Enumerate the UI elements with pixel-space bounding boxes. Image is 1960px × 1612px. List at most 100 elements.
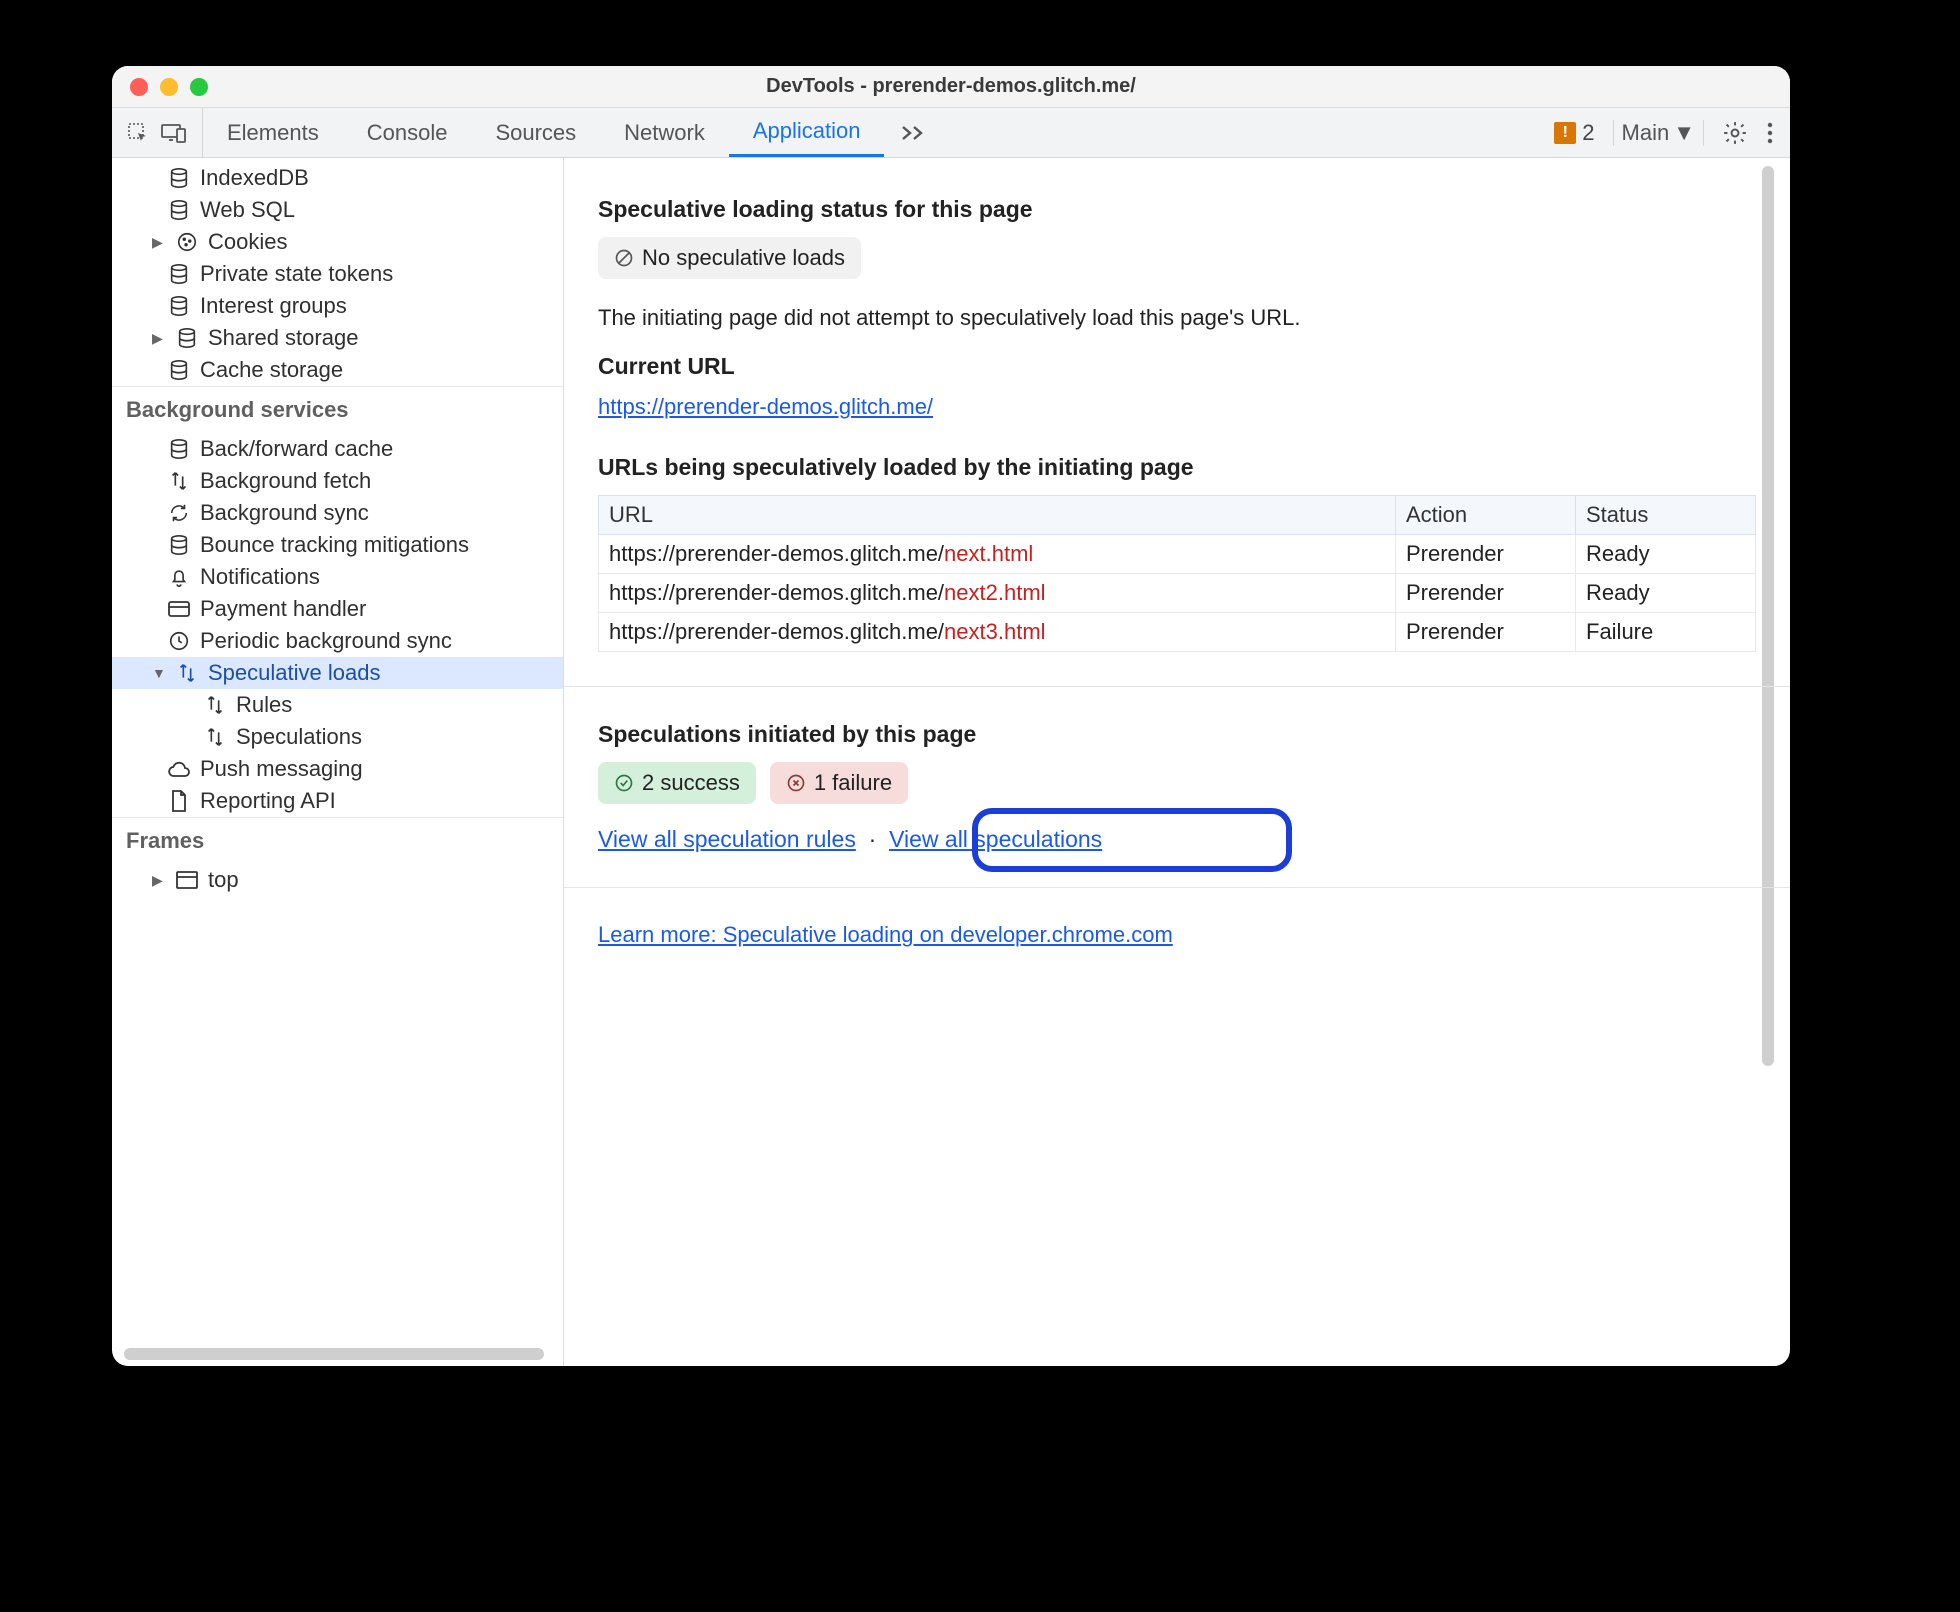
status-pill: No speculative loads	[598, 237, 861, 279]
cell-action: Prerender	[1396, 535, 1576, 574]
sidebar-item-periodic-sync[interactable]: Periodic background sync	[112, 625, 563, 657]
issues-counter[interactable]: ! 2	[1554, 120, 1594, 146]
sidebar-item-push-messaging[interactable]: Push messaging	[112, 753, 563, 785]
sidebar-item-top-frame[interactable]: ▶top	[112, 864, 563, 896]
cell-url: https://prerender-demos.glitch.me/next.h…	[599, 535, 1396, 574]
maximize-window-button[interactable]	[190, 78, 208, 96]
tab-overflow[interactable]	[884, 108, 942, 157]
sidebar-item-cookies[interactable]: ▶Cookies	[112, 226, 563, 258]
sync-icon	[166, 500, 192, 526]
sidebar-item-cache-storage[interactable]: Cache storage	[112, 354, 563, 386]
tab-elements[interactable]: Elements	[203, 108, 343, 157]
tab-console[interactable]: Console	[343, 108, 472, 157]
sidebar-item-interest-groups[interactable]: Interest groups	[112, 290, 563, 322]
success-pill: 2 success	[598, 762, 756, 804]
block-icon	[614, 248, 634, 268]
col-action[interactable]: Action	[1396, 496, 1576, 535]
close-window-button[interactable]	[130, 78, 148, 96]
titlebar: DevTools - prerender-demos.glitch.me/	[112, 66, 1790, 108]
target-selector[interactable]: Main ▼	[1613, 120, 1704, 146]
sidebar-item-shared-storage[interactable]: ▶Shared storage	[112, 322, 563, 354]
window-controls	[112, 78, 208, 96]
view-all-rules-link[interactable]: View all speculation rules	[598, 826, 856, 852]
x-icon	[786, 773, 806, 793]
check-icon	[614, 773, 634, 793]
settings-icon[interactable]	[1722, 120, 1748, 146]
divider	[564, 686, 1790, 687]
database-icon	[166, 261, 192, 287]
minimize-window-button[interactable]	[160, 78, 178, 96]
cell-status: Ready	[1576, 535, 1756, 574]
status-heading: Speculative loading status for this page	[598, 196, 1756, 223]
sidebar-item-private-state-tokens[interactable]: Private state tokens	[112, 258, 563, 290]
cell-status: Failure	[1576, 613, 1756, 652]
col-status[interactable]: Status	[1576, 496, 1756, 535]
scrollbar-horizontal[interactable]	[124, 1348, 544, 1360]
sidebar-item-speculative-loads[interactable]: ▼Speculative loads	[112, 657, 563, 689]
sidebar-item-speculations[interactable]: Speculations	[112, 721, 563, 753]
card-icon	[166, 596, 192, 622]
table-row[interactable]: https://prerender-demos.glitch.me/next2.…	[599, 574, 1756, 613]
divider	[564, 887, 1790, 888]
sidebar-item-notifications[interactable]: Notifications	[112, 561, 563, 593]
cell-action: Prerender	[1396, 574, 1576, 613]
urls-heading: URLs being speculatively loaded by the i…	[598, 454, 1756, 481]
collapse-arrow-icon: ▼	[152, 665, 166, 681]
tab-application[interactable]: Application	[729, 108, 885, 157]
sidebar-item-reporting-api[interactable]: Reporting API	[112, 785, 563, 817]
cell-url: https://prerender-demos.glitch.me/next3.…	[599, 613, 1396, 652]
sidebar-item-background-fetch[interactable]: Background fetch	[112, 465, 563, 497]
sidebar-item-rules[interactable]: Rules	[112, 689, 563, 721]
arrows-icon	[166, 468, 192, 494]
tab-network[interactable]: Network	[600, 108, 729, 157]
device-toggle-icon[interactable]	[160, 121, 188, 145]
sidebar-item-bfcache[interactable]: Back/forward cache	[112, 433, 563, 465]
bell-icon	[166, 564, 192, 590]
clock-icon	[166, 628, 192, 654]
arrows-icon	[202, 692, 228, 718]
more-icon[interactable]	[1766, 121, 1774, 145]
learn-more-link[interactable]: Learn more: Speculative loading on devel…	[598, 922, 1173, 947]
arrows-icon	[174, 660, 200, 686]
sidebar-section-frames: Frames	[112, 817, 563, 864]
cell-url: https://prerender-demos.glitch.me/next2.…	[599, 574, 1396, 613]
sidebar-item-background-sync[interactable]: Background sync	[112, 497, 563, 529]
issues-count: 2	[1582, 120, 1594, 146]
cloud-icon	[166, 756, 192, 782]
tab-sources[interactable]: Sources	[471, 108, 600, 157]
sidebar-item-websql[interactable]: Web SQL	[112, 194, 563, 226]
application-sidebar[interactable]: IndexedDB Web SQL ▶Cookies Private state…	[112, 158, 564, 1366]
sidebar-item-bounce-tracking[interactable]: Bounce tracking mitigations	[112, 529, 563, 561]
expand-arrow-icon: ▶	[152, 234, 166, 251]
arrows-icon	[202, 724, 228, 750]
database-icon	[166, 293, 192, 319]
current-url-link[interactable]: https://prerender-demos.glitch.me/	[598, 394, 933, 419]
database-icon	[174, 325, 200, 351]
window-title: DevTools - prerender-demos.glitch.me/	[112, 75, 1790, 98]
expand-arrow-icon: ▶	[152, 330, 166, 347]
failure-pill: 1 failure	[770, 762, 908, 804]
chevron-down-icon: ▼	[1673, 120, 1695, 146]
inspect-icon[interactable]	[126, 121, 150, 145]
sidebar-item-payment-handler[interactable]: Payment handler	[112, 593, 563, 625]
speculative-urls-table: URL Action Status https://prerender-demo…	[598, 495, 1756, 652]
view-all-speculations-link[interactable]: View all speculations	[889, 826, 1102, 852]
database-icon	[166, 436, 192, 462]
table-row[interactable]: https://prerender-demos.glitch.me/next3.…	[599, 613, 1756, 652]
table-row[interactable]: https://prerender-demos.glitch.me/next.h…	[599, 535, 1756, 574]
current-url-heading: Current URL	[598, 353, 1756, 380]
col-url[interactable]: URL	[599, 496, 1396, 535]
expand-arrow-icon: ▶	[152, 872, 166, 889]
panel-tabs: Elements Console Sources Network Applica…	[203, 108, 942, 157]
devtools-tabbar: Elements Console Sources Network Applica…	[112, 108, 1790, 158]
content-area: IndexedDB Web SQL ▶Cookies Private state…	[112, 158, 1790, 1366]
main-panel: Speculative loading status for this page…	[564, 158, 1790, 1366]
window-icon	[174, 867, 200, 893]
sidebar-item-indexeddb[interactable]: IndexedDB	[112, 162, 563, 194]
database-icon	[166, 357, 192, 383]
database-icon	[166, 165, 192, 191]
document-icon	[166, 788, 192, 814]
database-icon	[166, 197, 192, 223]
cookie-icon	[174, 229, 200, 255]
devtools-window: DevTools - prerender-demos.glitch.me/ El…	[112, 66, 1790, 1366]
